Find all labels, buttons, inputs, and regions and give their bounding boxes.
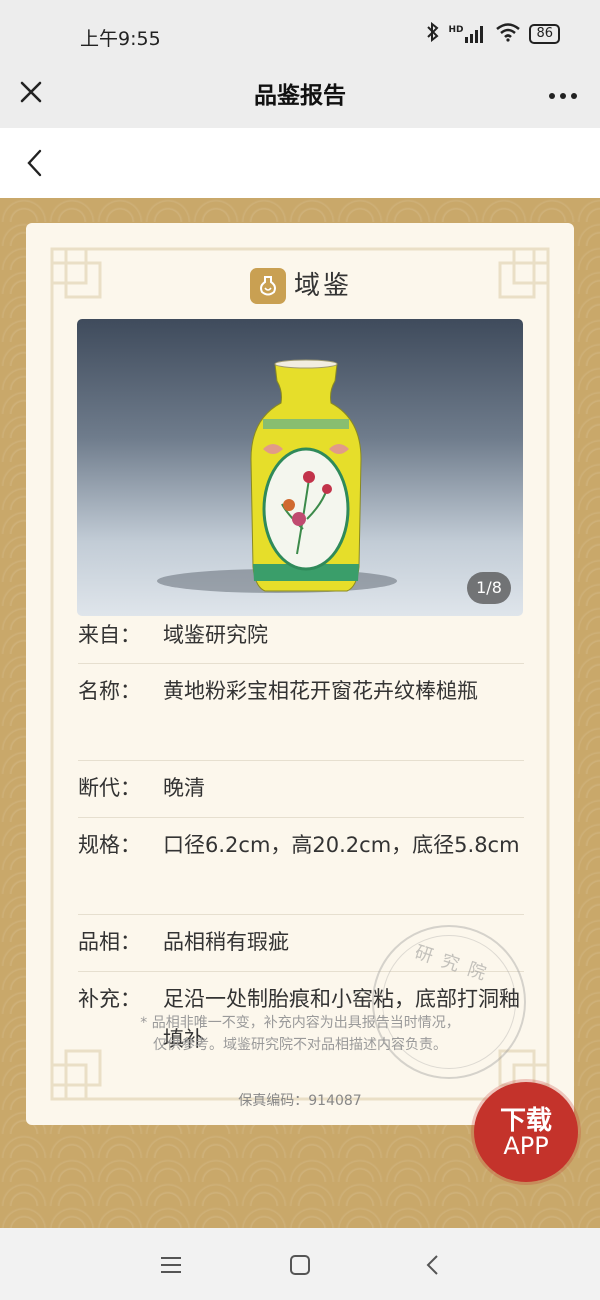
info-label: 品相： [78,930,141,954]
info-row-name: 名称： 黄地粉彩宝相花开窗花卉纹棒槌瓶 [78,664,524,761]
logo-text: 域鉴 [294,271,352,301]
logo-name: 域鉴 [294,271,353,301]
info-value: 晚清 [163,776,205,800]
system-nav-bar [0,1228,600,1300]
vase-image [157,359,397,593]
institute-seal-stamp: 研 究 院 [372,925,526,1079]
photo-counter: 1/8 [467,572,511,604]
info-label: 来自： [78,623,141,647]
vase-logo-icon [250,268,286,304]
more-icon[interactable] [548,78,578,108]
wifi-icon [495,22,521,46]
item-photo[interactable]: 1/8 [77,319,523,616]
info-value: 黄地粉彩宝相花开窗花卉纹棒槌瓶 [163,679,478,703]
title-bar: 品鉴报告 [0,70,600,128]
info-value: 口径6.2cm，高20.2cm，底径5.8cm [163,833,520,857]
nav-bar [0,128,600,198]
back-arrow-icon[interactable] [22,148,48,178]
home-icon[interactable] [285,1250,315,1280]
info-row-source: 来自： 域鉴研究院 [78,616,524,664]
signal-icon: HD [448,25,487,43]
back-icon[interactable] [418,1250,448,1280]
yujian-logo: 域鉴 [250,268,352,304]
battery-icon: 86 [529,24,560,44]
info-value: 域鉴研究院 [163,623,268,647]
download-app-button[interactable]: 下载 APP [474,1082,578,1182]
info-label: 名称： [78,679,141,703]
page-title: 品鉴报告 [254,83,346,109]
status-bar: 上午9:55 HD 86 [0,0,600,70]
network-type-label: HD [448,25,464,35]
info-row-period: 断代： 晚清 [78,761,524,818]
info-label: 规格： [78,833,141,857]
info-row-specs: 规格： 口径6.2cm，高20.2cm，底径5.8cm [78,818,524,915]
info-label: 断代： [78,776,141,800]
menu-icon[interactable] [156,1250,186,1280]
status-time: 上午9:55 [80,28,161,50]
status-icons: HD 86 [426,21,560,46]
bluetooth-icon [426,21,440,46]
download-label-2: APP [503,1132,549,1160]
